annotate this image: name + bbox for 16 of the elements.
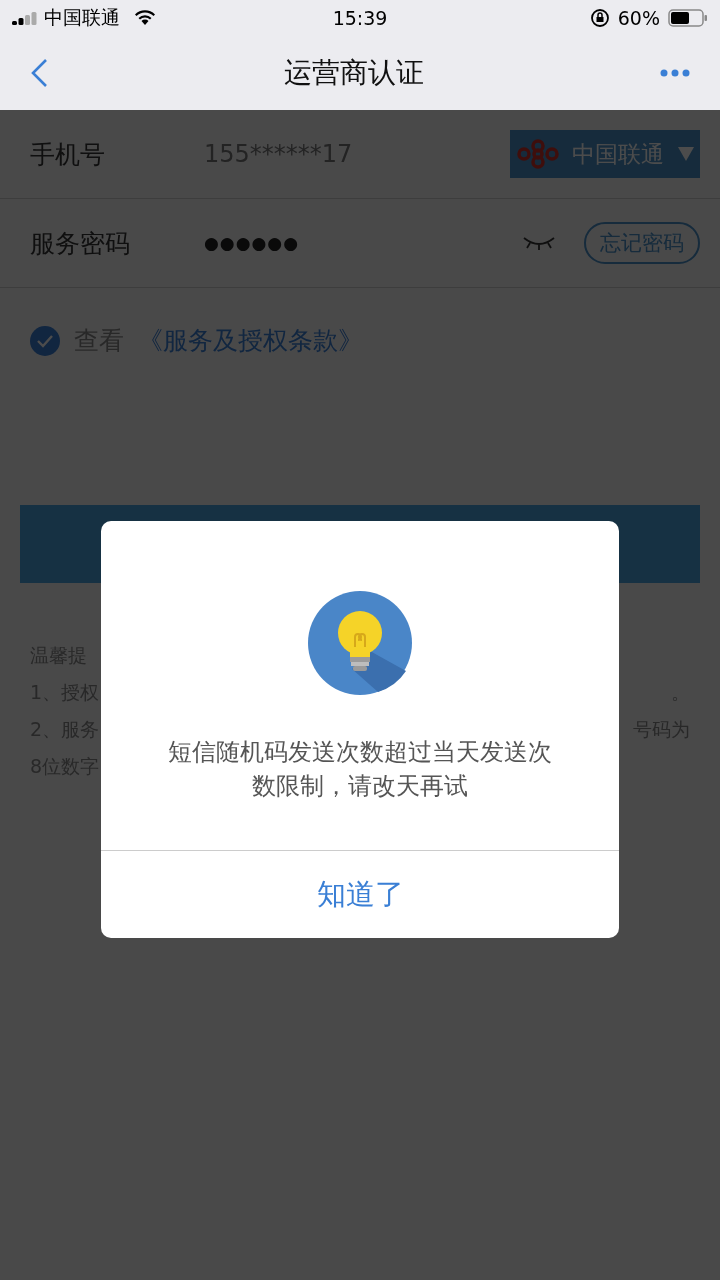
signal-icon <box>12 11 38 25</box>
status-time: 15:39 <box>332 7 388 29</box>
lightbulb-icon <box>308 591 412 695</box>
wifi-icon <box>134 10 156 26</box>
rotation-lock-icon <box>589 8 610 28</box>
battery-percent: 60% <box>617 7 660 29</box>
more-icon[interactable] <box>660 69 690 77</box>
field-label: 手机号 <box>30 138 106 171</box>
dialog-message: 短信随机码发送次数超过当天发送次数限制，请改天再试 <box>167 737 553 802</box>
back-icon[interactable] <box>30 58 48 88</box>
carrier-name: 中国联通 <box>44 5 120 30</box>
field-label: 服务密码 <box>30 227 131 260</box>
acknowledge-button[interactable]: 知道了 <box>101 850 619 938</box>
battery-icon <box>668 9 708 27</box>
page-title: 运营商认证 <box>284 55 424 91</box>
tip-text: 。 <box>671 680 690 704</box>
